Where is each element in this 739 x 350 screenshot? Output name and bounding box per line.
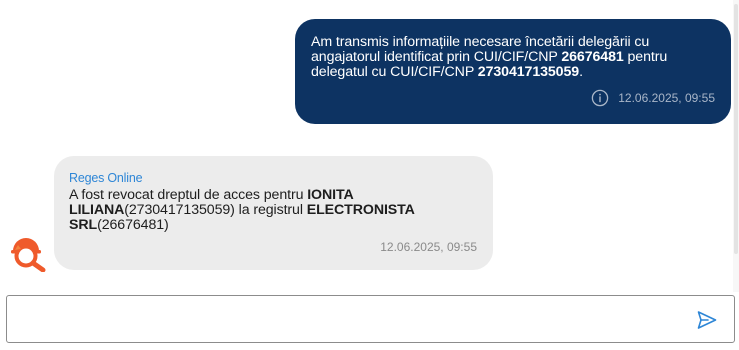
outgoing-message-meta: 12.06.2025, 09:55 [591, 89, 715, 107]
incoming-message-bubble: Reges Online A fost revocat dreptul de a… [54, 156, 493, 270]
info-icon[interactable] [591, 89, 609, 107]
bot-avatar-icon [11, 238, 46, 272]
delegate-id: 2730417135059 [477, 64, 580, 80]
incoming-text-part: A fost revocat dreptul de acces pentru [69, 187, 308, 203]
chat-scrollbar-thumb[interactable] [734, 4, 738, 254]
company-id: (26676481) [97, 217, 169, 233]
message-composer [6, 295, 735, 343]
send-icon[interactable] [696, 309, 718, 331]
incoming-text-part: la registrul [234, 202, 307, 218]
person-id: (2730417135059) [124, 202, 235, 218]
outgoing-text-part: . [579, 64, 583, 80]
outgoing-message-text: Am transmis informațiile necesare încetă… [311, 35, 715, 80]
message-input[interactable] [17, 304, 677, 334]
outgoing-message-bubble: Am transmis informațiile necesare încetă… [295, 19, 731, 124]
chat-scrollbar[interactable] [733, 0, 739, 292]
sender-name: Reges Online [69, 171, 143, 185]
outgoing-timestamp: 12.06.2025, 09:55 [618, 91, 715, 105]
incoming-timestamp: 12.06.2025, 09:55 [380, 240, 477, 254]
employer-id: 26676481 [561, 49, 624, 65]
incoming-message-text: A fost revocat dreptul de acces pentru I… [69, 188, 478, 233]
